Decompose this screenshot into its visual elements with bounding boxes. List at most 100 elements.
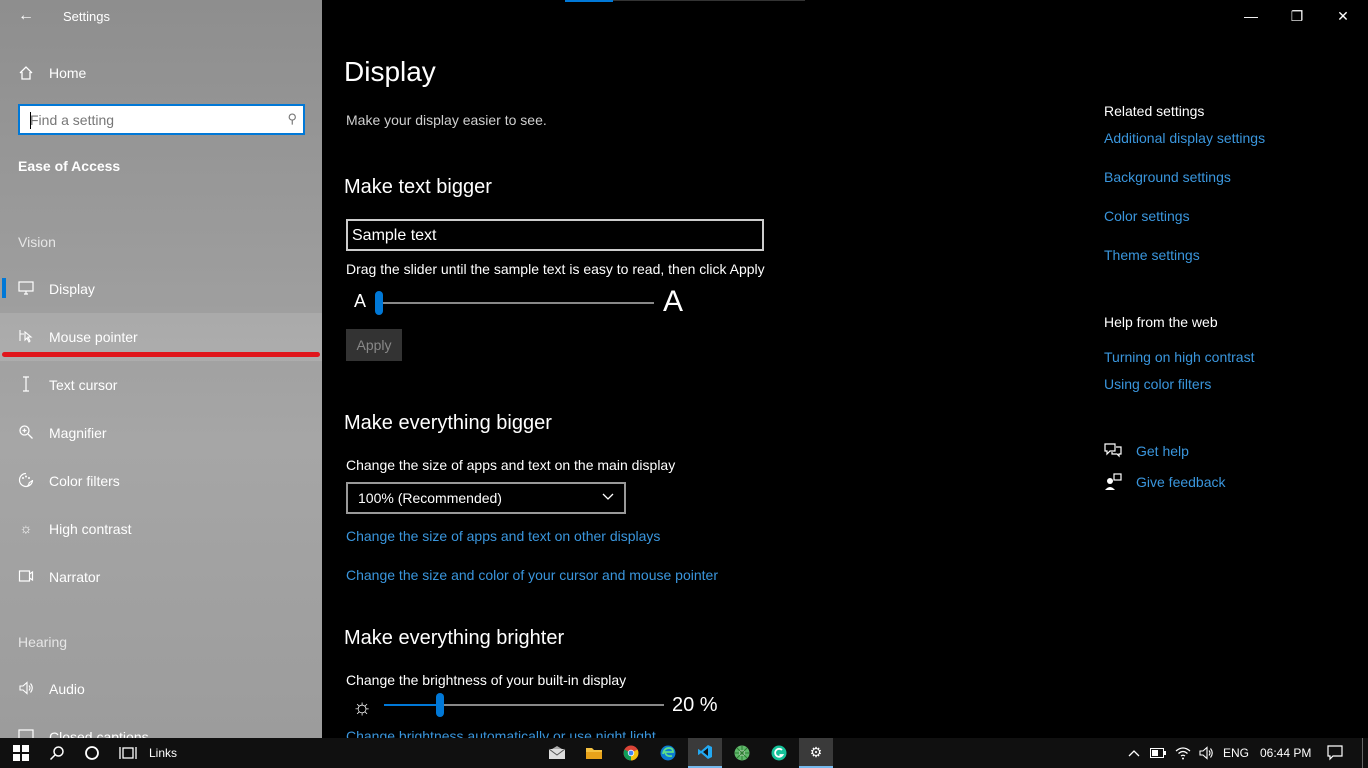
link-cursor-pointer[interactable]: Change the size and color of your cursor… xyxy=(346,567,718,583)
brightness-slider-thumb[interactable] xyxy=(436,693,444,717)
narrator-icon xyxy=(16,566,36,586)
small-a-label: A xyxy=(354,291,367,311)
close-button[interactable]: ✕ xyxy=(1320,0,1366,32)
task-view-icon[interactable] xyxy=(113,738,143,768)
help-from-web-heading: Help from the web xyxy=(1104,314,1218,330)
sidebar-item-label: Audio xyxy=(49,681,85,697)
monitor-icon xyxy=(16,278,36,298)
home-icon xyxy=(16,63,36,83)
sidebar-item-label: Mouse pointer xyxy=(49,329,138,345)
volume-icon[interactable] xyxy=(1196,738,1218,768)
high-contrast-icon: ☼ xyxy=(19,520,33,536)
brightness-value: 20 % xyxy=(672,694,718,716)
maximize-button[interactable]: ❐ xyxy=(1274,0,1320,32)
scale-dropdown-value: 100% (Recommended) xyxy=(358,490,502,506)
sidebar-item-color-filters[interactable]: Color filters xyxy=(0,457,322,505)
scale-label: Change the size of apps and text on the … xyxy=(346,457,676,473)
section-title: Ease of Access xyxy=(18,158,121,174)
window-controls: — ❐ ✕ xyxy=(1228,0,1368,32)
related-settings-heading: Related settings xyxy=(1104,103,1205,119)
sidebar-item-label: Color filters xyxy=(49,473,120,489)
brightness-slider-fill xyxy=(384,704,440,706)
scale-dropdown[interactable]: 100% (Recommended) xyxy=(346,482,626,514)
give-feedback-icon xyxy=(1104,473,1124,493)
sidebar-item-label: Narrator xyxy=(49,569,101,585)
search-box[interactable]: ⚲ xyxy=(18,104,305,135)
mail-icon[interactable] xyxy=(540,738,574,768)
magnifier-icon xyxy=(16,422,36,442)
minimize-button[interactable]: — xyxy=(1228,0,1274,32)
main-content: Display Make your display easier to see.… xyxy=(322,0,1368,744)
sun-icon: ☼ xyxy=(352,694,373,719)
start-windows-icon[interactable] xyxy=(6,738,36,768)
link-color-filters-help[interactable]: Using color filters xyxy=(1104,376,1211,392)
notifications-icon[interactable] xyxy=(1322,738,1348,768)
link-high-contrast-help[interactable]: Turning on high contrast xyxy=(1104,349,1254,365)
sidebar-item-label: Closed captions xyxy=(49,729,149,738)
text-cursor-icon xyxy=(16,374,36,394)
search-icon[interactable]: ⚲ xyxy=(287,111,297,127)
sidebar-item-home[interactable]: Home xyxy=(0,58,322,88)
link-theme-settings[interactable]: Theme settings xyxy=(1104,247,1200,263)
sidebar-item-label: Magnifier xyxy=(49,425,107,441)
sidebar-item-audio[interactable]: Audio xyxy=(0,665,322,713)
big-a-label: A xyxy=(663,285,684,318)
text-size-slider-track[interactable] xyxy=(378,302,654,304)
chevron-up-icon[interactable] xyxy=(1124,738,1144,768)
titlebar: ← Settings xyxy=(0,0,322,34)
link-color-settings[interactable]: Color settings xyxy=(1104,208,1190,224)
links-toolbar[interactable]: Links xyxy=(149,746,177,760)
app-wheel-icon[interactable] xyxy=(725,738,759,768)
cortana-icon[interactable] xyxy=(77,738,107,768)
sidebar-item-closed-captions[interactable]: Closed captions xyxy=(0,713,322,738)
edge-icon[interactable] xyxy=(651,738,685,768)
group-label-vision: Vision xyxy=(18,234,56,250)
sidebar-item-high-contrast[interactable]: ☼ High contrast xyxy=(0,505,322,553)
page-scroll-indicator xyxy=(565,0,805,2)
red-underline-annotation xyxy=(2,352,320,357)
heading-make-everything-brighter: Make everything brighter xyxy=(344,627,565,649)
link-background-settings[interactable]: Background settings xyxy=(1104,169,1231,185)
file-explorer-icon[interactable] xyxy=(577,738,611,768)
sidebar-item-magnifier[interactable]: Magnifier xyxy=(0,409,322,457)
closed-captions-icon xyxy=(16,726,36,738)
get-help-icon xyxy=(1104,442,1124,462)
sidebar-item-display[interactable]: Display xyxy=(0,265,322,313)
settings-gear-icon[interactable]: ⚙ xyxy=(799,738,833,768)
color-filters-icon xyxy=(16,470,36,490)
clock[interactable]: 06:44 PM xyxy=(1260,746,1311,760)
search-icon[interactable] xyxy=(42,738,72,768)
sidebar-item-narrator[interactable]: Narrator xyxy=(0,553,322,601)
settings-sidebar: ← Settings Home ⚲ Ease of Access Vision … xyxy=(0,0,322,738)
link-additional-display-settings[interactable]: Additional display settings xyxy=(1104,130,1265,146)
sidebar-item-label: Display xyxy=(49,281,95,297)
sidebar-item-label: Text cursor xyxy=(49,377,118,393)
link-give-feedback[interactable]: Give feedback xyxy=(1136,474,1226,490)
apply-button[interactable]: Apply xyxy=(346,329,402,361)
search-input[interactable] xyxy=(28,109,273,131)
sample-text: Sample text xyxy=(352,227,437,244)
heading-make-everything-bigger: Make everything bigger xyxy=(344,412,552,434)
chrome-icon[interactable] xyxy=(614,738,648,768)
link-get-help[interactable]: Get help xyxy=(1136,443,1189,459)
selection-indicator xyxy=(2,278,6,298)
wifi-icon[interactable] xyxy=(1172,738,1194,768)
taskbar: Links ⚙ ENG 06:44 PM xyxy=(0,738,1368,768)
text-size-slider-thumb[interactable] xyxy=(375,291,383,315)
show-desktop-button[interactable] xyxy=(1362,738,1363,768)
back-arrow-icon[interactable]: ← xyxy=(14,6,38,26)
grammarly-icon[interactable] xyxy=(762,738,796,768)
battery-icon[interactable] xyxy=(1148,738,1168,768)
sidebar-item-text-cursor[interactable]: Text cursor xyxy=(0,361,322,409)
page-title: Display xyxy=(344,56,436,87)
language-indicator[interactable]: ENG xyxy=(1223,746,1249,760)
sidebar-item-label: Home xyxy=(49,65,87,81)
scroll-thumb xyxy=(565,0,613,2)
vscode-icon[interactable] xyxy=(688,738,722,768)
heading-make-text-bigger: Make text bigger xyxy=(344,176,492,198)
mouse-pointer-icon xyxy=(16,326,36,346)
chevron-down-icon xyxy=(602,490,614,504)
link-other-displays[interactable]: Change the size of apps and text on othe… xyxy=(346,528,660,544)
brightness-label: Change the brightness of your built-in d… xyxy=(346,672,627,688)
app-title: Settings xyxy=(63,9,110,24)
